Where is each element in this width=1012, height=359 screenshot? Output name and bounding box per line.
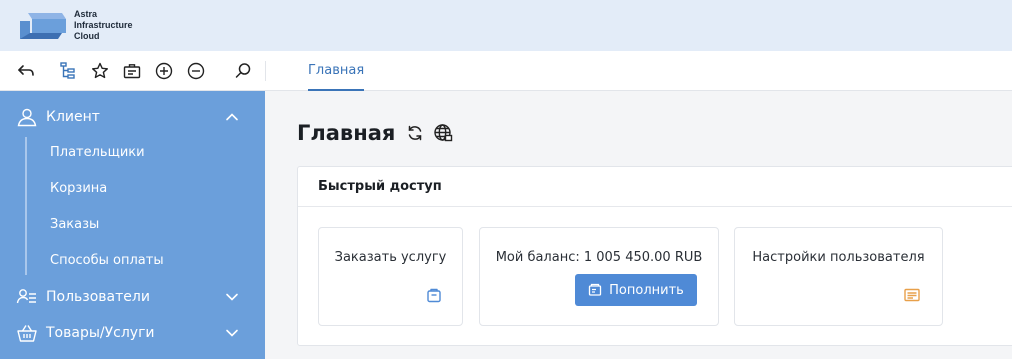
users-list-icon <box>16 289 36 304</box>
toolbar-divider <box>265 61 266 81</box>
sidebar-tree-line <box>25 137 27 275</box>
quick-access-panel: Быстрый доступ Заказать услугу Мой балан… <box>297 166 1012 346</box>
chevron-down-icon[interactable] <box>224 326 240 340</box>
back-arrow-icon[interactable] <box>15 60 37 82</box>
logo-line: Cloud <box>74 31 100 41</box>
sidebar: Клиент Плательщики Корзина Заказы Способ… <box>0 91 265 359</box>
logo-line: Infrastructure <box>74 20 133 30</box>
quick-access-title: Быстрый доступ <box>318 179 442 194</box>
chevron-up-icon[interactable] <box>224 110 240 124</box>
card-user-settings[interactable]: Настройки пользователя <box>734 227 943 326</box>
tab-home[interactable]: Главная <box>308 51 365 91</box>
card-title: Настройки пользователя <box>752 250 925 265</box>
zoom-in-icon[interactable] <box>153 60 175 82</box>
chevron-down-icon[interactable] <box>224 290 240 304</box>
sidebar-section-goods[interactable]: Товары/Услуги <box>0 315 265 351</box>
tree-icon[interactable] <box>57 60 79 82</box>
briefcase-icon[interactable] <box>121 60 143 82</box>
app-logo[interactable]: Astra Infrastructure Cloud <box>18 8 148 44</box>
logo-mark-icon <box>20 13 66 39</box>
star-icon[interactable] <box>89 60 111 82</box>
card-title: Заказать услугу <box>334 250 447 265</box>
top-up-label: Пополнить <box>609 282 684 298</box>
zoom-out-icon[interactable] <box>185 60 207 82</box>
sidebar-section-label: Товары/Услуги <box>46 325 155 341</box>
sidebar-section-users[interactable]: Пользователи <box>0 279 265 315</box>
card-order-service[interactable]: Заказать услугу <box>318 227 463 326</box>
sidebar-item-payment-methods[interactable]: Способы оплаты <box>50 253 164 268</box>
sidebar-section-label: Пользователи <box>46 289 150 305</box>
app-header: Astra Infrastructure Cloud <box>0 0 1012 51</box>
toolbar: Главная <box>0 51 1012 91</box>
sidebar-item-cart[interactable]: Корзина <box>50 181 107 196</box>
sidebar-item-payers[interactable]: Плательщики <box>50 145 145 160</box>
refresh-icon[interactable] <box>405 123 425 143</box>
shopping-bag-icon <box>425 286 443 304</box>
user-icon <box>17 108 37 127</box>
settings-card-icon <box>903 286 921 304</box>
globe-icon[interactable] <box>433 123 453 143</box>
sidebar-section-client[interactable]: Клиент <box>0 99 265 135</box>
top-up-button[interactable]: Пополнить <box>575 274 697 306</box>
sidebar-section-label: Клиент <box>46 109 100 125</box>
card-balance: Мой баланс: 1 005 450.00 RUB Пополнить <box>479 227 719 326</box>
quick-access-header: Быстрый доступ <box>298 167 1012 207</box>
balance-text: Мой баланс: 1 005 450.00 RUB <box>495 250 703 265</box>
logo-text: Astra Infrastructure Cloud <box>74 9 133 42</box>
sidebar-item-orders[interactable]: Заказы <box>50 217 99 232</box>
basket-icon <box>17 325 37 342</box>
search-icon[interactable] <box>232 60 254 82</box>
logo-line: Astra <box>74 9 98 19</box>
page-title: Главная <box>297 121 396 145</box>
wallet-icon <box>589 283 602 296</box>
main-content: Главная Быстрый доступ Заказать услугу М… <box>265 91 1012 359</box>
